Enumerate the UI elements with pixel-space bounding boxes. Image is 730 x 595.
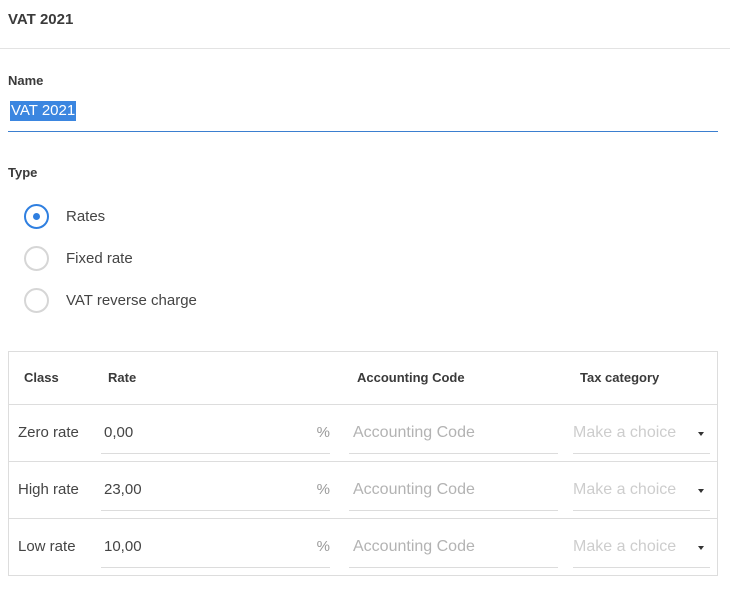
accounting-code-placeholder[interactable]: Accounting Code (353, 424, 475, 442)
name-input-value[interactable]: VAT 2021 (10, 101, 77, 121)
percent-suffix: % (316, 481, 330, 498)
class-cell: Zero rate (18, 424, 79, 441)
column-header-accounting-code: Accounting Code (357, 370, 465, 385)
accounting-code-placeholder[interactable]: Accounting Code (353, 481, 475, 499)
type-option-label: VAT reverse charge (66, 291, 197, 309)
column-header-class: Class (24, 370, 59, 385)
page-title: VAT 2021 (8, 11, 74, 28)
type-option-label: Rates (66, 207, 106, 225)
rate-input-value[interactable]: 23,00 (104, 481, 142, 498)
class-cell: High rate (18, 481, 79, 498)
tax-category-placeholder[interactable]: Make a choice (573, 538, 676, 556)
column-header-rate: Rate (108, 370, 137, 385)
vat-rates-table: Class Rate Accounting Code Tax category … (8, 351, 718, 576)
accounting-code-placeholder[interactable]: Accounting Code (353, 538, 475, 556)
radio-checked-icon[interactable] (24, 203, 49, 229)
rate-input-value[interactable]: 0,00 (104, 424, 133, 441)
table-row: Low rate 10,00 % Accounting Code Make a … (9, 519, 717, 576)
percent-suffix: % (316, 538, 330, 555)
type-label: Type (8, 165, 38, 180)
type-option-fixed-rate[interactable]: Fixed rate (24, 245, 133, 271)
percent-suffix: % (316, 424, 330, 441)
tax-category-placeholder[interactable]: Make a choice (573, 481, 676, 499)
tax-category-placeholder[interactable]: Make a choice (573, 424, 676, 442)
accounting-code-input[interactable]: Accounting Code (349, 418, 558, 454)
radio-unchecked-icon[interactable] (24, 245, 49, 271)
tax-category-select[interactable]: Make a choice (573, 418, 710, 454)
table-header: Class Rate Accounting Code Tax category (9, 352, 717, 405)
caret-down-icon[interactable] (698, 489, 704, 493)
rate-input-value[interactable]: 10,00 (104, 538, 142, 555)
rate-input[interactable]: 10,00 % (101, 532, 330, 568)
page-header: VAT 2021 (0, 0, 730, 49)
name-input[interactable]: VAT 2021 (8, 96, 718, 132)
accounting-code-input[interactable]: Accounting Code (349, 475, 558, 511)
tax-category-select[interactable]: Make a choice (573, 475, 710, 511)
column-header-tax-category: Tax category (580, 370, 660, 385)
class-cell: Low rate (18, 538, 76, 555)
accounting-code-input[interactable]: Accounting Code (349, 532, 558, 568)
caret-down-icon[interactable] (698, 546, 704, 550)
rate-input[interactable]: 23,00 % (101, 475, 330, 511)
table-row: Zero rate 0,00 % Accounting Code Make a … (9, 405, 717, 462)
table-row: High rate 23,00 % Accounting Code Make a… (9, 462, 717, 519)
caret-down-icon[interactable] (698, 432, 704, 436)
tax-category-select[interactable]: Make a choice (573, 532, 710, 568)
type-option-rates[interactable]: Rates (24, 203, 105, 229)
type-option-vat-reverse-charge[interactable]: VAT reverse charge (24, 287, 197, 313)
rate-input[interactable]: 0,00 % (101, 418, 330, 454)
name-label: Name (8, 73, 44, 88)
type-option-label: Fixed rate (66, 249, 133, 267)
radio-unchecked-icon[interactable] (24, 287, 49, 313)
